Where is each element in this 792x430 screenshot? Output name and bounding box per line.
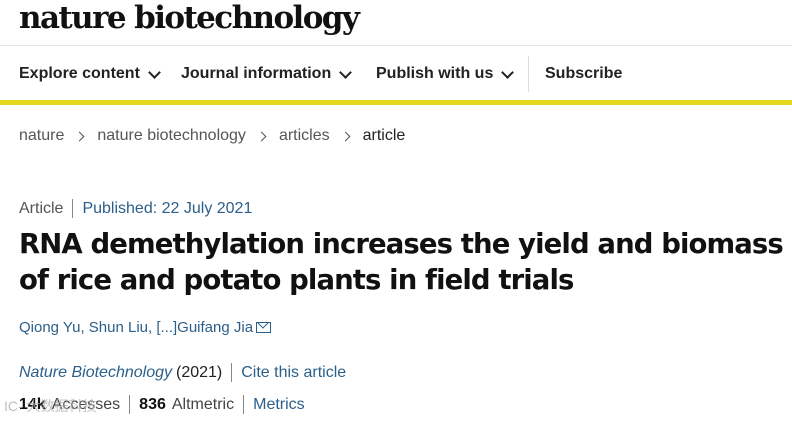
breadcrumb: nature nature biotechnology articles art… <box>19 127 405 145</box>
breadcrumb-nature-biotechnology[interactable]: nature biotechnology <box>97 127 246 145</box>
nav-subscribe-label: Subscribe <box>545 65 623 82</box>
article-title: RNA demethylation increases the yield an… <box>19 228 784 296</box>
nav-publish-label: Publish with us <box>376 65 494 82</box>
author-list: Qiong Yu, Shun Liu, [...]Guifang Jia <box>19 319 272 336</box>
breadcrumb-nature[interactable]: nature <box>19 127 64 145</box>
nav-journal-information[interactable]: Journal information <box>181 56 353 92</box>
chevron-right-icon <box>74 131 85 141</box>
mail-icon[interactable] <box>256 322 272 333</box>
nav-subscribe[interactable]: Subscribe <box>545 56 622 92</box>
chevron-down-icon <box>339 65 353 79</box>
metrics-divider <box>129 395 131 414</box>
citation-divider <box>231 363 233 382</box>
site-logo[interactable]: nature biotechnology <box>19 0 360 36</box>
breadcrumb-articles[interactable]: articles <box>279 127 330 145</box>
chevron-down-icon <box>148 65 161 79</box>
chevron-right-icon <box>340 131 351 141</box>
cite-this-article-link[interactable]: Cite this article <box>241 364 346 382</box>
nav-journal-label: Journal information <box>181 65 332 82</box>
meta-divider <box>72 199 74 218</box>
nav-publish-with-us[interactable]: Publish with us <box>376 56 515 92</box>
watermark: IC- 大数据科技 <box>4 398 97 414</box>
nav-divider <box>528 56 529 92</box>
header-divider <box>0 45 792 46</box>
chevron-down-icon <box>501 65 515 79</box>
metrics-link[interactable]: Metrics <box>253 396 305 414</box>
journal-name[interactable]: Nature Biotechnology <box>19 364 172 382</box>
published-date: Published: 22 July 2021 <box>82 199 253 217</box>
article-meta: Article Published: 22 July 2021 <box>19 199 252 218</box>
publication-year: (2021) <box>175 363 223 381</box>
authors-text[interactable]: Qiong Yu, Shun Liu, [...]Guifang Jia <box>19 319 253 336</box>
brand-accent-bar <box>0 100 792 105</box>
nav-explore-label: Explore content <box>19 65 140 82</box>
article-type: Article <box>19 199 64 217</box>
chevron-right-icon <box>256 131 267 141</box>
citation-line: Nature Biotechnology (2021) Cite this ar… <box>19 363 346 382</box>
altmetric-label: Altmetric <box>171 395 235 413</box>
metrics-divider <box>243 395 245 414</box>
breadcrumb-article: article <box>362 127 406 144</box>
altmetric-score: 836 <box>139 395 166 413</box>
nav-explore-content[interactable]: Explore content <box>19 56 161 92</box>
main-nav: Explore content Journal information Publ… <box>0 56 792 96</box>
